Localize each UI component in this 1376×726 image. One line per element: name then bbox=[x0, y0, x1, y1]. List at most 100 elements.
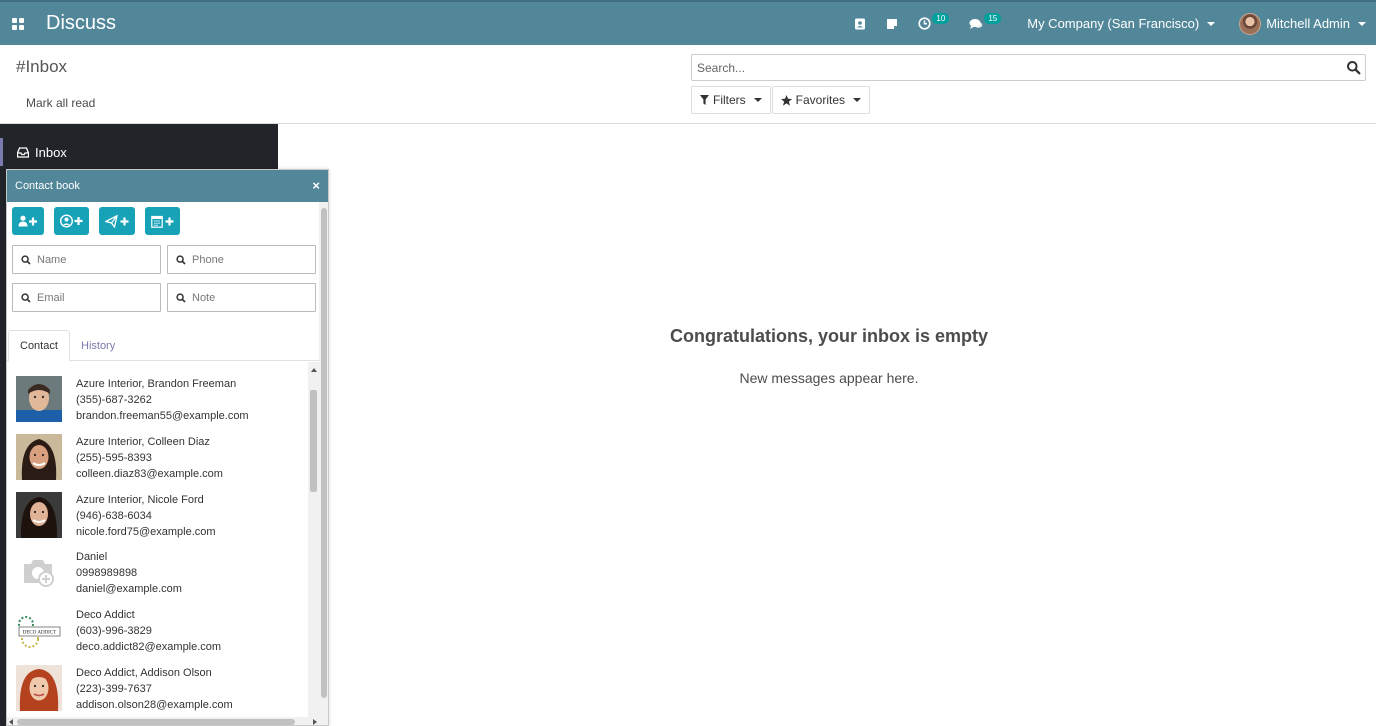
messages-badge: 15 bbox=[984, 13, 1002, 24]
search-input[interactable] bbox=[692, 55, 1322, 80]
inbox-icon bbox=[17, 146, 29, 158]
filter-icon bbox=[700, 95, 709, 105]
contact-list-scrollbar[interactable] bbox=[308, 362, 319, 717]
contact-photo bbox=[16, 434, 62, 480]
contact-name: Azure Interior, Brandon Freeman bbox=[76, 378, 237, 390]
contact-email: brandon.freeman55@example.com bbox=[76, 410, 249, 422]
tab-contact[interactable]: Contact bbox=[8, 330, 70, 362]
user-circle-plus-icon bbox=[59, 214, 82, 228]
messages-menu[interactable]: 15 bbox=[959, 2, 1011, 45]
control-panel: #Inbox Mark all read Filters Favorites bbox=[0, 45, 1376, 124]
list-item[interactable]: Deco Addict, Addison Olson (223)-399-763… bbox=[16, 665, 306, 717]
filters-label: Filters bbox=[713, 93, 746, 107]
phone-search-field bbox=[167, 245, 316, 274]
email-search-field bbox=[12, 283, 161, 312]
favorites-label: Favorites bbox=[795, 93, 846, 107]
contact-phone: (255)-595-8393 bbox=[76, 452, 152, 464]
contact-email: deco.addict82@example.com bbox=[76, 641, 222, 653]
chevron-down-icon bbox=[1207, 21, 1216, 26]
empty-inbox-title: Congratulations, your inbox is empty bbox=[669, 326, 989, 346]
clock-icon bbox=[918, 17, 932, 30]
list-item[interactable]: Azure Interior, Brandon Freeman (355)-68… bbox=[16, 376, 306, 434]
favorites-button[interactable]: Favorites bbox=[771, 86, 871, 114]
apps-menu-icon[interactable] bbox=[1, 2, 35, 45]
contact-photo bbox=[16, 665, 62, 711]
contact-name: Azure Interior, Colleen Diaz bbox=[76, 436, 210, 448]
activities-badge: 10 bbox=[932, 13, 950, 24]
note-search-input[interactable] bbox=[192, 291, 312, 304]
contact-name: Deco Addict bbox=[76, 609, 135, 621]
contact-name: Azure Interior, Nicole Ford bbox=[76, 494, 204, 506]
note-icon[interactable] bbox=[876, 2, 908, 45]
top-navbar: Discuss 10 15 My Company (San Francisco)… bbox=[0, 0, 1376, 45]
note-search-field bbox=[167, 283, 316, 312]
user-name: Mitchell Admin bbox=[1266, 16, 1350, 31]
add-contact-button[interactable] bbox=[12, 207, 44, 235]
name-search-field bbox=[12, 245, 161, 274]
camera-placeholder-icon bbox=[16, 549, 62, 595]
contact-book-title: Contact book bbox=[15, 180, 80, 192]
company-name: My Company (San Francisco) bbox=[1027, 16, 1200, 31]
contact-phone: (603)-996-3829 bbox=[76, 625, 152, 637]
contact-book-body: Contact History Azure Interior, Brandon … bbox=[7, 202, 319, 725]
contact-name: Deco Addict, Addison Olson bbox=[76, 667, 212, 679]
comments-icon bbox=[969, 18, 983, 29]
search-box bbox=[691, 54, 1366, 81]
user-plus-icon bbox=[18, 215, 37, 227]
phone-search-input[interactable] bbox=[192, 253, 312, 266]
contact-book-header: Contact book × bbox=[7, 170, 328, 202]
list-item[interactable]: Azure Interior, Colleen Diaz (255)-595-8… bbox=[16, 434, 306, 492]
deco-addict-logo: DECO ADDICT bbox=[16, 607, 62, 653]
contact-phone: 0998989898 bbox=[76, 567, 138, 579]
user-menu[interactable]: Mitchell Admin bbox=[1229, 2, 1376, 45]
close-icon[interactable]: × bbox=[312, 179, 320, 193]
filters-button[interactable]: Filters bbox=[691, 86, 771, 114]
contact-photo bbox=[16, 376, 62, 422]
chevron-down-icon bbox=[853, 98, 862, 102]
search-icon bbox=[176, 254, 186, 265]
schedule-button[interactable] bbox=[145, 207, 180, 235]
panel-scrollbar[interactable] bbox=[319, 202, 328, 725]
svg-text:DECO ADDICT: DECO ADDICT bbox=[23, 631, 56, 636]
contact-phone: (946)-638-6034 bbox=[76, 510, 152, 522]
contact-book-panel: Contact book × Name Phone Email Note Con… bbox=[6, 169, 329, 726]
avatar bbox=[1239, 12, 1262, 35]
contact-email: addison.olson28@example.com bbox=[76, 699, 233, 711]
search-icon bbox=[21, 292, 31, 303]
contact-email: colleen.diaz83@example.com bbox=[76, 468, 223, 480]
send-message-button[interactable] bbox=[99, 207, 135, 235]
horizontal-scrollbar[interactable] bbox=[7, 717, 319, 725]
contact-book-tabs: Contact History bbox=[7, 330, 319, 362]
list-item[interactable]: Azure Interior, Nicole Ford (946)-638-60… bbox=[16, 492, 306, 550]
breadcrumb: #Inbox bbox=[16, 57, 68, 76]
contact-name: Daniel bbox=[76, 551, 108, 563]
contact-phone: (223)-399-7637 bbox=[76, 683, 152, 695]
add-company-button[interactable] bbox=[54, 207, 89, 235]
star-icon bbox=[780, 94, 792, 106]
sidebar-item-inbox[interactable]: Inbox bbox=[0, 138, 278, 166]
paper-plane-plus-icon bbox=[104, 214, 128, 228]
search-icon[interactable] bbox=[1346, 60, 1361, 78]
name-search-input[interactable] bbox=[37, 253, 157, 266]
contact-list: Azure Interior, Brandon Freeman (355)-68… bbox=[7, 362, 307, 717]
contact-email: daniel@example.com bbox=[76, 583, 182, 595]
calendar-plus-icon bbox=[150, 215, 173, 228]
list-item[interactable]: Daniel 0998989898 daniel@example.com bbox=[16, 549, 306, 607]
contact-photo bbox=[16, 492, 62, 538]
empty-inbox-subtitle: New messages appear here. bbox=[739, 370, 919, 386]
app-title[interactable]: Discuss bbox=[46, 12, 116, 35]
search-icon bbox=[176, 292, 186, 303]
contact-email: nicole.ford75@example.com bbox=[76, 526, 216, 538]
contact-book-icon[interactable] bbox=[844, 2, 876, 45]
email-search-input[interactable] bbox=[37, 291, 157, 304]
chevron-down-icon bbox=[753, 98, 762, 102]
search-icon bbox=[21, 254, 31, 265]
tab-history[interactable]: History bbox=[70, 330, 126, 361]
sidebar-item-label: Inbox bbox=[35, 144, 67, 160]
chevron-down-icon bbox=[1358, 21, 1366, 26]
company-switcher[interactable]: My Company (San Francisco) bbox=[1011, 2, 1229, 45]
list-item[interactable]: DECO ADDICT Deco Addict (603)-996-3829 d… bbox=[16, 607, 306, 665]
activities-menu[interactable]: 10 bbox=[908, 2, 959, 45]
contact-phone: (355)-687-3262 bbox=[76, 394, 152, 406]
mark-all-read-button[interactable]: Mark all read bbox=[16, 92, 105, 114]
